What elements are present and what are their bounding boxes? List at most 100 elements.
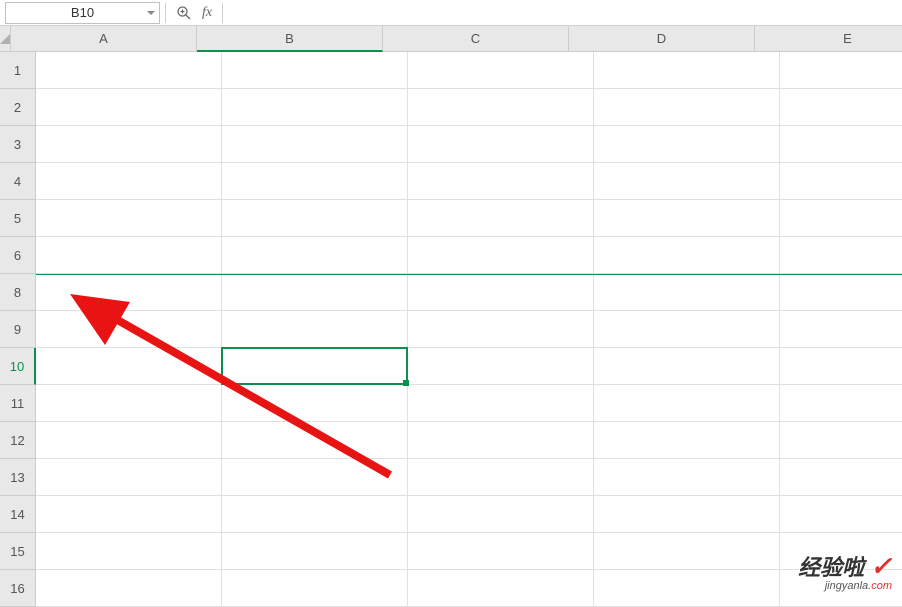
- cell[interactable]: [594, 348, 780, 385]
- cell[interactable]: [594, 459, 780, 496]
- cell[interactable]: [36, 52, 222, 89]
- name-box[interactable]: B10: [5, 2, 160, 24]
- cell[interactable]: [594, 422, 780, 459]
- row-header[interactable]: 3: [0, 126, 36, 163]
- col-header-a[interactable]: A: [11, 26, 197, 52]
- cell[interactable]: [222, 200, 408, 237]
- cell[interactable]: [408, 311, 594, 348]
- cell[interactable]: [36, 496, 222, 533]
- cell[interactable]: [780, 200, 902, 237]
- cell[interactable]: [36, 459, 222, 496]
- cell[interactable]: [780, 496, 902, 533]
- formula-input[interactable]: [223, 2, 902, 24]
- cell[interactable]: [36, 348, 222, 385]
- cell[interactable]: [780, 89, 902, 126]
- cell[interactable]: [222, 311, 408, 348]
- cell[interactable]: [222, 237, 408, 274]
- row-header[interactable]: 1: [0, 52, 36, 89]
- row-header[interactable]: 16: [0, 570, 36, 607]
- cell[interactable]: [594, 311, 780, 348]
- row-header[interactable]: 11: [0, 385, 36, 422]
- row-header[interactable]: 13: [0, 459, 36, 496]
- col-header-d[interactable]: D: [569, 26, 755, 52]
- cell[interactable]: [408, 570, 594, 607]
- cell[interactable]: [594, 200, 780, 237]
- row-header[interactable]: 12: [0, 422, 36, 459]
- cell[interactable]: [408, 385, 594, 422]
- cell[interactable]: [222, 496, 408, 533]
- cell[interactable]: [780, 237, 902, 274]
- cell[interactable]: [222, 348, 408, 385]
- cell[interactable]: [36, 385, 222, 422]
- cell[interactable]: [408, 422, 594, 459]
- fx-icon[interactable]: fx: [202, 5, 212, 21]
- cell[interactable]: [408, 52, 594, 89]
- cell[interactable]: [594, 126, 780, 163]
- zoom-icon[interactable]: [176, 5, 192, 21]
- col-header-e[interactable]: E: [755, 26, 902, 52]
- cell[interactable]: [222, 52, 408, 89]
- cell[interactable]: [408, 163, 594, 200]
- cell[interactable]: [222, 570, 408, 607]
- row-header[interactable]: 14: [0, 496, 36, 533]
- col-header-b[interactable]: B: [197, 26, 383, 52]
- row-header-active[interactable]: 10: [0, 348, 36, 385]
- cell[interactable]: [36, 126, 222, 163]
- cell[interactable]: [780, 126, 902, 163]
- cell[interactable]: [408, 126, 594, 163]
- cell[interactable]: [408, 496, 594, 533]
- cell[interactable]: [594, 385, 780, 422]
- watermark: 经验啦 ✓ jingyanla.com: [798, 550, 892, 592]
- cell[interactable]: [222, 89, 408, 126]
- cell[interactable]: [408, 237, 594, 274]
- cell[interactable]: [36, 163, 222, 200]
- cell[interactable]: [36, 311, 222, 348]
- cell[interactable]: [594, 237, 780, 274]
- cell[interactable]: [36, 237, 222, 274]
- row-header[interactable]: 2: [0, 89, 36, 126]
- cell[interactable]: [780, 385, 902, 422]
- cell[interactable]: [222, 422, 408, 459]
- cell[interactable]: [222, 163, 408, 200]
- row-header[interactable]: 8: [0, 274, 36, 311]
- cell[interactable]: [36, 200, 222, 237]
- cell[interactable]: [408, 533, 594, 570]
- row-header[interactable]: 6: [0, 237, 36, 274]
- cell[interactable]: [408, 200, 594, 237]
- cell[interactable]: [594, 533, 780, 570]
- cell[interactable]: [408, 89, 594, 126]
- cell[interactable]: [594, 274, 780, 311]
- cell[interactable]: [222, 533, 408, 570]
- cell[interactable]: [780, 274, 902, 311]
- col-header-c[interactable]: C: [383, 26, 569, 52]
- cell[interactable]: [36, 89, 222, 126]
- cell[interactable]: [780, 163, 902, 200]
- row-header[interactable]: 9: [0, 311, 36, 348]
- cells-area[interactable]: [36, 52, 902, 607]
- cell[interactable]: [36, 422, 222, 459]
- row-header[interactable]: 5: [0, 200, 36, 237]
- cell[interactable]: [36, 570, 222, 607]
- select-all-corner[interactable]: [0, 26, 11, 52]
- row-header[interactable]: 15: [0, 533, 36, 570]
- cell[interactable]: [780, 422, 902, 459]
- cell[interactable]: [408, 274, 594, 311]
- cell[interactable]: [780, 311, 902, 348]
- cell[interactable]: [594, 52, 780, 89]
- cell[interactable]: [780, 459, 902, 496]
- cell[interactable]: [222, 385, 408, 422]
- cell[interactable]: [36, 533, 222, 570]
- cell[interactable]: [594, 89, 780, 126]
- cell[interactable]: [222, 126, 408, 163]
- cell[interactable]: [36, 274, 222, 311]
- cell[interactable]: [408, 459, 594, 496]
- cell[interactable]: [222, 459, 408, 496]
- cell[interactable]: [594, 570, 780, 607]
- row-header[interactable]: 4: [0, 163, 36, 200]
- cell[interactable]: [222, 274, 408, 311]
- cell[interactable]: [594, 163, 780, 200]
- cell[interactable]: [408, 348, 594, 385]
- cell[interactable]: [780, 348, 902, 385]
- cell[interactable]: [780, 52, 902, 89]
- cell[interactable]: [594, 496, 780, 533]
